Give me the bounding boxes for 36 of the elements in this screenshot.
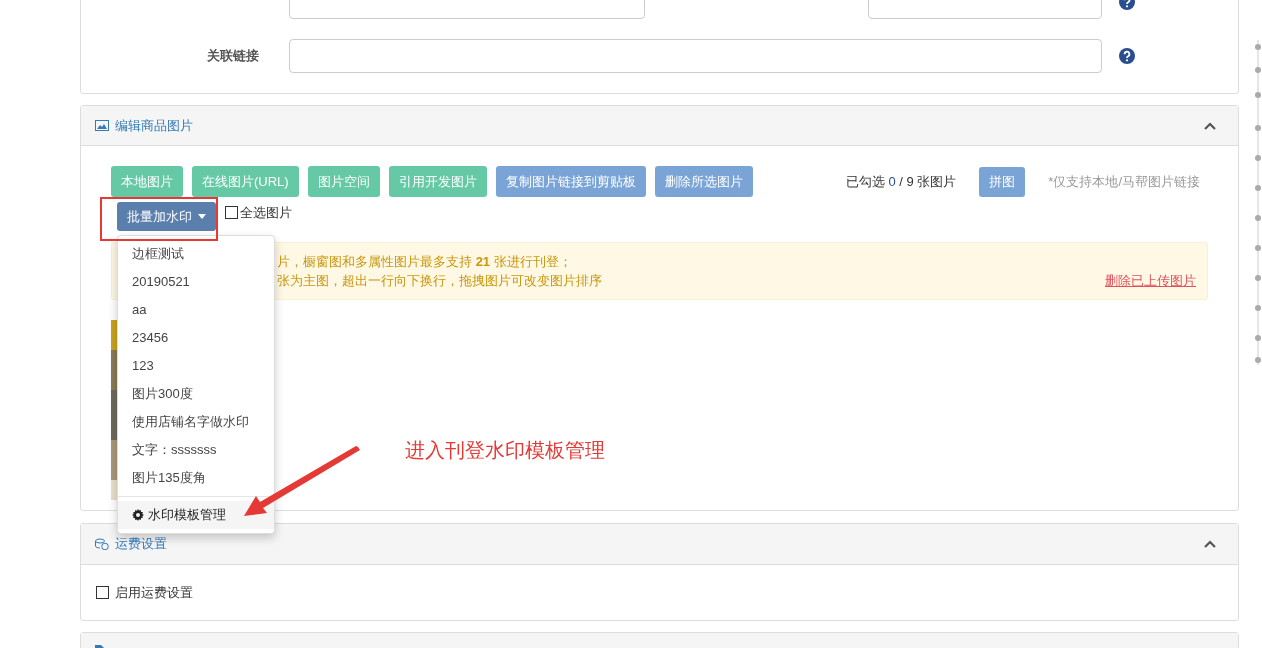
note-text: *仅支持本地/马帮图片链接 (1048, 172, 1200, 191)
collapse-icon[interactable] (1204, 540, 1216, 548)
notice-text: 片，橱窗图和多属性图片最多支持 21 张进行刊登； (277, 253, 572, 271)
checkbox[interactable] (96, 586, 109, 599)
annotation-text: 进入刊登水印模板管理 (405, 438, 605, 463)
toolbar-button[interactable]: 复制图片链接到剪贴板 (495, 166, 646, 197)
panel-header[interactable]: 编辑商品图片 (81, 106, 1238, 146)
watermark-dropdown-button[interactable]: 批量加水印 (117, 202, 216, 231)
menu-item[interactable]: 图片135度角 (118, 464, 274, 492)
selection-count: 已勾选 0 / 9 张图片 (845, 172, 957, 191)
collapse-icon[interactable] (1204, 121, 1216, 130)
checkbox[interactable] (225, 206, 238, 219)
menu-item[interactable]: 使用店铺名字做水印 (118, 408, 274, 436)
notice-text: 张为主图，超出一行向下换行，拖拽图片可改变图片排序 (277, 272, 602, 290)
menu-item[interactable]: 123 (118, 352, 274, 380)
field-label: 关联链接 (206, 47, 259, 66)
menu-item[interactable]: 图片300度 (118, 380, 274, 408)
menu-item[interactable]: 23456 (118, 324, 274, 352)
menu-item[interactable]: aa (118, 296, 274, 324)
caret-icon (198, 214, 206, 219)
image-icon (95, 120, 109, 131)
checkbox-label: 启用运费设置 (115, 583, 193, 602)
menu-item[interactable]: 20190521 (118, 268, 274, 296)
input-field[interactable] (289, 39, 1102, 73)
menu-item[interactable]: 文字：sssssss (118, 436, 274, 464)
delete-uploaded-link[interactable]: 删除已上传图片 (1105, 271, 1196, 290)
coins-icon (95, 538, 109, 550)
panel-title: 运费设置 (115, 535, 167, 554)
help-icon[interactable] (1119, 48, 1135, 64)
menu-item[interactable]: 边框测试 (118, 240, 274, 268)
toolbar-button[interactable]: 删除所选图片 (654, 166, 753, 197)
panel-header[interactable]: 运费设置 (81, 524, 1238, 565)
settings-icon (132, 509, 144, 521)
collage-button[interactable]: 拼图 (979, 166, 1026, 197)
panel-title: 编辑商品图片 (115, 116, 193, 135)
checkbox-label: 全选图片 (240, 203, 292, 222)
